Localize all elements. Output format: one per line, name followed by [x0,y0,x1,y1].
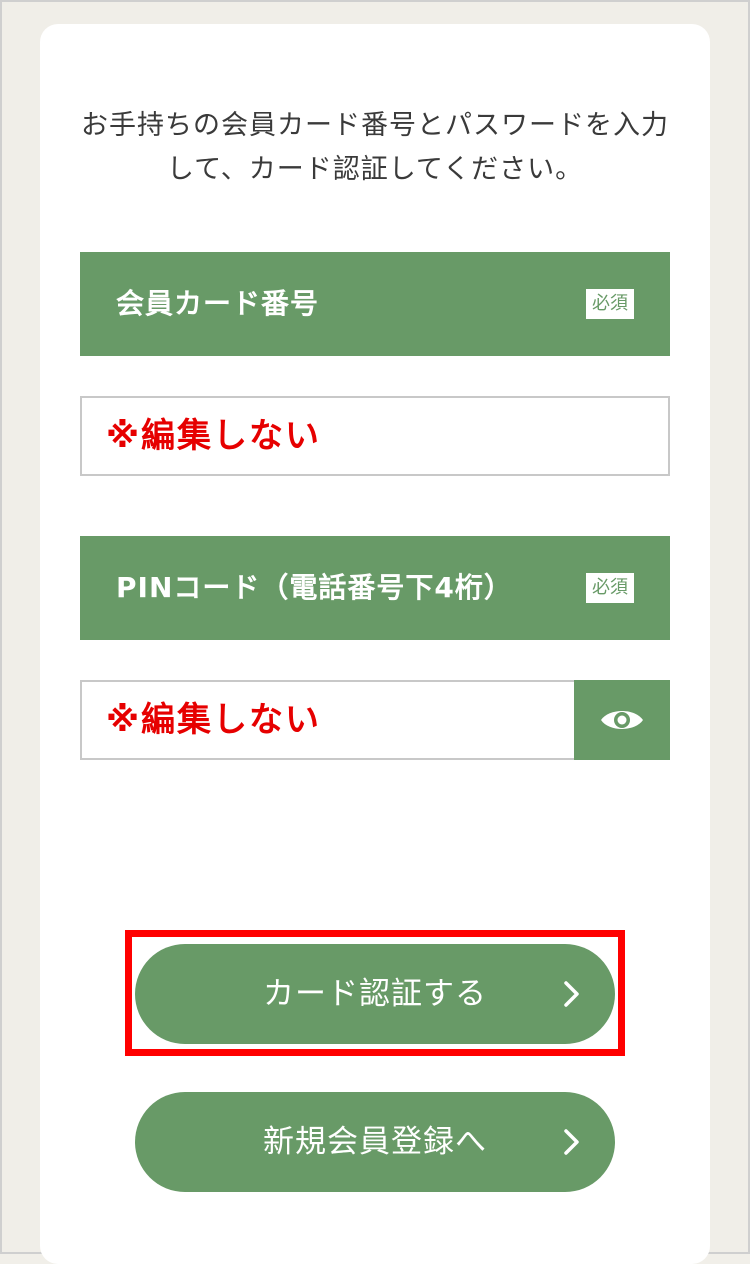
pin-value: ※編集しない [106,700,322,740]
pin-label: PINコード（電話番号下4桁） [116,571,513,604]
highlight-box [125,930,625,1056]
login-card [40,24,710,1264]
intro-line-1: お手持ちの会員カード番号とパスワードを入力 [81,110,669,141]
chevron-right-icon [564,1129,579,1155]
intro-line-2: して、カード認証してください。 [166,154,584,185]
card-number-header: 会員カード番号 必須 [80,252,670,356]
pin-header: PINコード（電話番号下4桁） 必須 [80,536,670,640]
register-label: 新規会員登録へ [263,1124,487,1160]
pin-input[interactable]: ※編集しない [80,680,670,760]
eye-icon [601,711,643,729]
required-badge: 必須 [586,573,634,603]
show-password-button[interactable] [574,680,670,760]
card-number-value: ※編集しない [106,416,322,456]
intro-text: お手持ちの会員カード番号とパスワードを入力 して、カード認証してください。 [40,104,710,192]
card-number-input[interactable]: ※編集しない [80,396,670,476]
card-number-label: 会員カード番号 [116,287,320,320]
register-button[interactable]: 新規会員登録へ [135,1092,615,1192]
required-badge: 必須 [586,289,634,319]
